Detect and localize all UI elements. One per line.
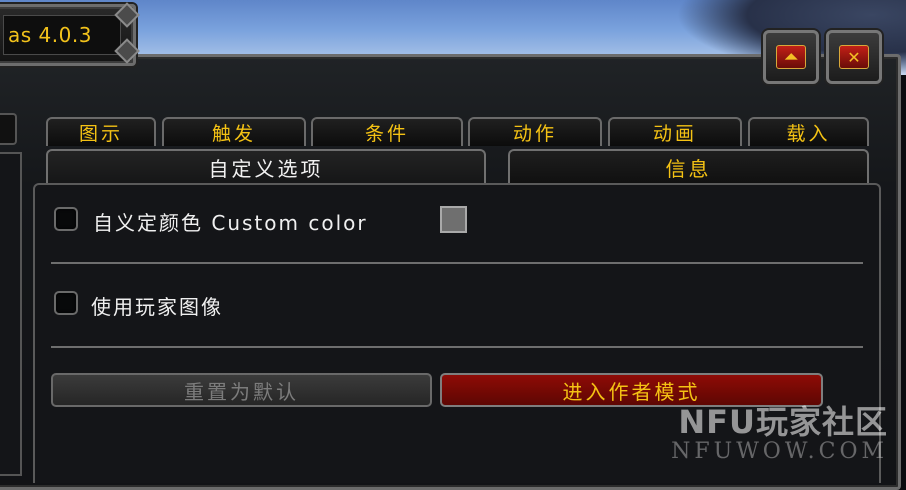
left-panel-edge-button[interactable] bbox=[0, 113, 17, 145]
divider bbox=[51, 262, 863, 264]
close-button[interactable]: ✕ bbox=[826, 30, 882, 84]
tab-display[interactable]: 图示 bbox=[46, 117, 156, 146]
custom-color-checkbox[interactable] bbox=[54, 207, 78, 231]
tab-animations[interactable]: 动画 bbox=[608, 117, 742, 146]
watermark-logo: NFU玩家社区 bbox=[678, 403, 888, 441]
enter-author-mode-button[interactable]: 进入作者模式 bbox=[440, 373, 823, 407]
title-box: as 4.0.3 bbox=[3, 15, 121, 55]
tab-trigger[interactable]: 触发 bbox=[162, 117, 306, 146]
subtab-info[interactable]: 信息 bbox=[508, 149, 869, 184]
window-title: as 4.0.3 bbox=[8, 23, 92, 47]
use-player-image-label: 使用玩家图像 bbox=[91, 295, 223, 319]
custom-color-swatch[interactable] bbox=[440, 206, 467, 233]
watermark-url: NFUWOW.COM bbox=[671, 439, 888, 464]
subtab-custom-options[interactable]: 自定义选项 bbox=[46, 149, 486, 184]
tab-actions[interactable]: 动作 bbox=[468, 117, 602, 146]
reset-default-button[interactable]: 重置为默认 bbox=[51, 373, 432, 407]
use-player-image-checkbox[interactable] bbox=[54, 291, 78, 315]
collapse-icon: ⏶ bbox=[776, 45, 806, 69]
custom-color-label: 自义定颜色 Custom color bbox=[93, 211, 368, 235]
collapse-button[interactable]: ⏶ bbox=[763, 30, 819, 84]
watermark: NFU玩家社区 NFUWOW.COM bbox=[671, 405, 888, 465]
divider bbox=[51, 346, 863, 348]
tab-conditions[interactable]: 条件 bbox=[311, 117, 463, 146]
tab-load[interactable]: 载入 bbox=[748, 117, 869, 146]
left-panel-edge bbox=[0, 152, 22, 476]
close-icon: ✕ bbox=[839, 45, 869, 69]
